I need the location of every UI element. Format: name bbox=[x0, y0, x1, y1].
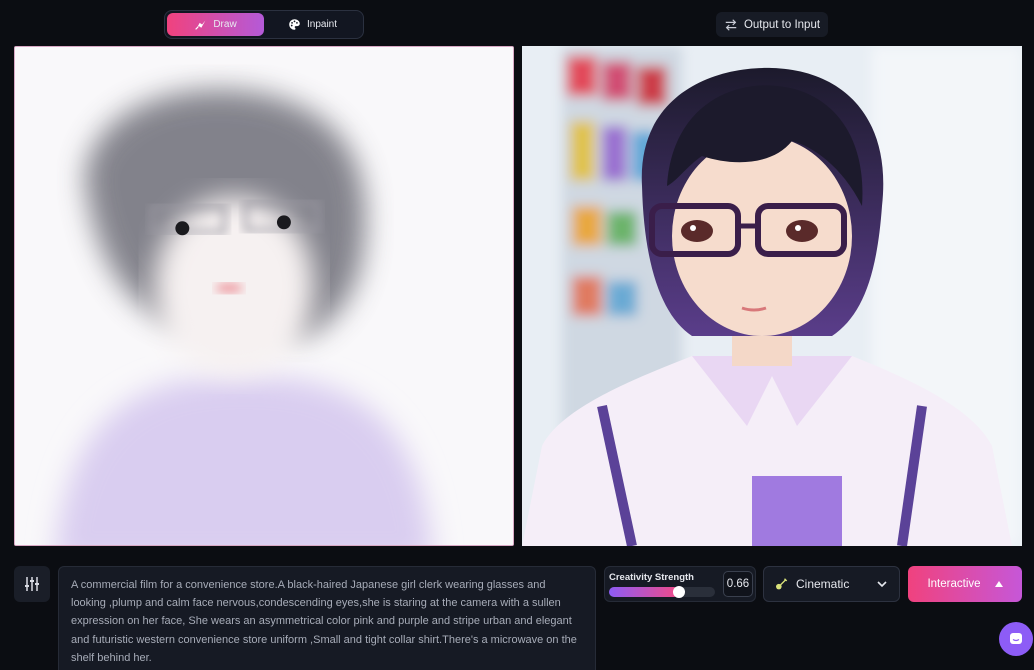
inpaint-mode-label: Inpaint bbox=[306, 19, 338, 30]
mode-toggle: Draw Inpaint bbox=[164, 10, 364, 39]
interactive-generate-button[interactable]: Interactive bbox=[908, 566, 1022, 602]
output-to-input-button[interactable]: Output to Input bbox=[716, 12, 828, 37]
caret-up-icon[interactable] bbox=[994, 581, 1003, 587]
palette-icon bbox=[289, 19, 300, 30]
swap-arrows-icon bbox=[725, 18, 737, 31]
output-to-input-label: Output to Input bbox=[743, 18, 821, 31]
creativity-strength-label: Creativity Strength bbox=[609, 572, 694, 583]
prompt-textarea[interactable]: A commercial film for a convenience stor… bbox=[58, 566, 596, 670]
chat-support-button[interactable] bbox=[999, 622, 1033, 656]
settings-sliders-button[interactable] bbox=[14, 566, 50, 602]
creativity-strength-slider[interactable] bbox=[609, 586, 715, 598]
interactive-button-label: Interactive bbox=[927, 578, 981, 590]
slider-thumb[interactable] bbox=[672, 586, 685, 598]
creativity-strength-control: Creativity Strength 0.66 bbox=[604, 566, 756, 602]
inpaint-mode-button[interactable]: Inpaint bbox=[264, 13, 361, 36]
draw-mode-label: Draw bbox=[213, 19, 237, 30]
output-image-panel bbox=[522, 46, 1022, 546]
slider-fill bbox=[609, 587, 679, 597]
chevron-down-icon bbox=[877, 581, 887, 588]
brush-icon bbox=[195, 20, 206, 30]
app-root: Draw Inpaint Output to Input A commercia… bbox=[0, 0, 1034, 670]
sketch-image bbox=[15, 47, 513, 545]
creativity-strength-value[interactable]: 0.66 bbox=[723, 571, 753, 597]
chat-icon bbox=[1010, 633, 1022, 644]
style-dropdown-label: Cinematic bbox=[796, 577, 850, 591]
style-dropdown[interactable]: Cinematic bbox=[763, 566, 900, 602]
sliders-icon bbox=[25, 577, 39, 591]
draw-mode-button[interactable]: Draw bbox=[167, 13, 264, 36]
guitar-icon bbox=[776, 578, 788, 590]
drawing-canvas[interactable] bbox=[14, 46, 514, 546]
generated-image bbox=[522, 46, 1022, 546]
